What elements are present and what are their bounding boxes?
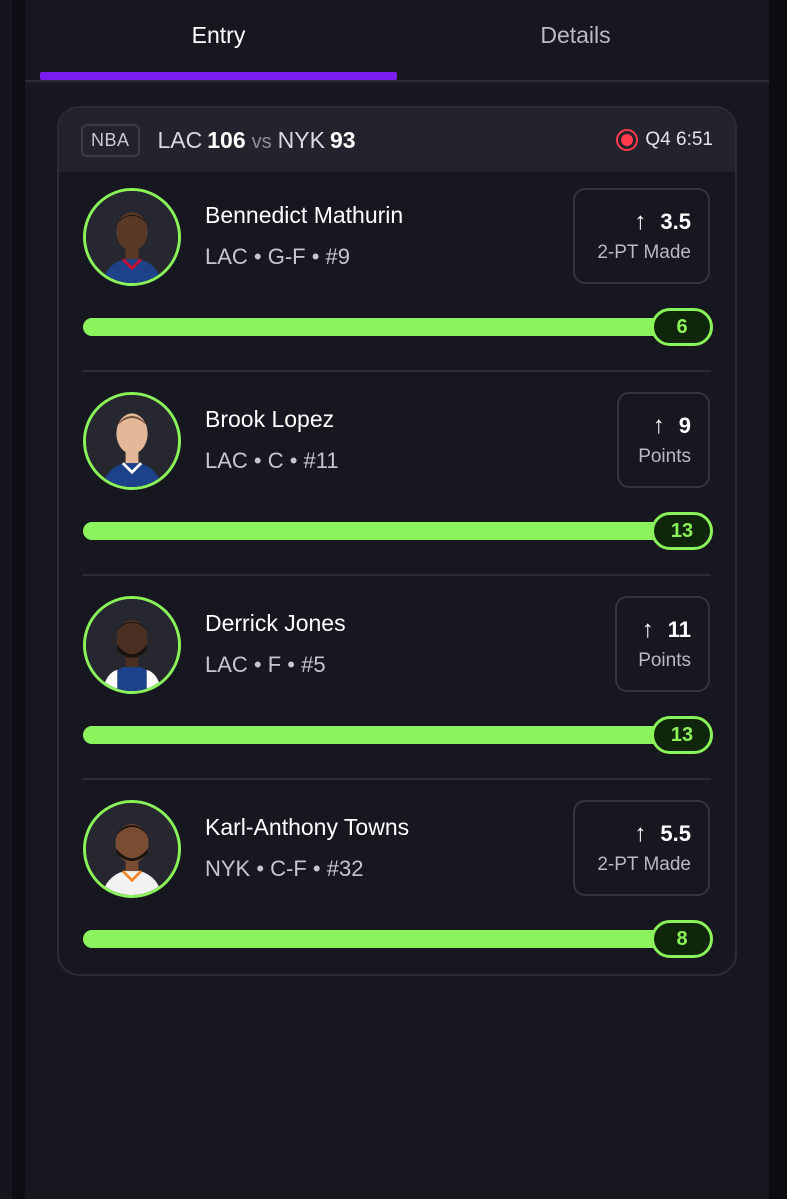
player-avatar <box>83 188 181 286</box>
stat-type-label: 2-PT Made <box>597 854 691 875</box>
stat-line-box[interactable]: ↑ 11 Points <box>615 596 710 692</box>
stat-line-value: 3.5 <box>660 209 691 234</box>
stat-line-box[interactable]: ↑ 9 Points <box>617 392 710 488</box>
stat-line-box[interactable]: ↑ 5.5 2-PT Made <box>573 800 710 896</box>
active-tab-indicator <box>40 72 397 80</box>
tab-details[interactable]: Details <box>397 0 754 80</box>
stat-type-label: Points <box>638 650 691 671</box>
player-meta: LAC • F • #5 <box>205 652 326 677</box>
player-avatar <box>83 596 181 694</box>
away-score: 93 <box>329 126 356 153</box>
progress-fill <box>83 726 711 744</box>
home-team: LAC <box>157 126 203 153</box>
tab-entry-label: Entry <box>191 22 246 48</box>
player-row[interactable]: Bennedict Mathurin LAC • G-F • #9 ↑ 3.5 … <box>59 172 735 376</box>
player-meta: LAC • C • #11 <box>205 448 339 473</box>
game-header[interactable]: NBA LAC 106 vs NYK 93 Q4 6:51 <box>59 108 735 172</box>
tab-entry[interactable]: Entry <box>40 0 397 80</box>
progress-bar: 6 <box>83 308 713 346</box>
player-name: Bennedict Mathurin <box>205 202 404 228</box>
arrow-up-icon: ↑ <box>634 208 647 235</box>
current-stat-badge: 13 <box>651 716 713 754</box>
stat-line-value: 5.5 <box>660 821 691 846</box>
current-stat-badge: 13 <box>651 512 713 550</box>
player-row[interactable]: Karl-Anthony Towns NYK • C-F • #32 ↑ 5.5… <box>59 784 735 974</box>
stat-line-value: 9 <box>678 413 691 438</box>
player-meta: LAC • G-F • #9 <box>205 244 350 269</box>
row-divider <box>83 778 711 780</box>
live-record-icon <box>616 129 639 151</box>
arrow-up-icon: ↑ <box>641 616 654 643</box>
row-divider <box>83 370 711 372</box>
stat-line-value: 11 <box>667 617 691 642</box>
stat-type-label: 2-PT Made <box>597 242 691 263</box>
current-stat-badge: 6 <box>651 308 713 346</box>
player-avatar <box>83 800 181 898</box>
player-name: Karl-Anthony Towns <box>205 814 410 840</box>
tab-bar: Entry Details <box>25 0 769 82</box>
live-status: Q4 6:51 <box>616 108 713 172</box>
player-meta: NYK • C-F • #32 <box>205 856 364 881</box>
left-edge-panel <box>0 0 12 1199</box>
arrow-up-icon: ↑ <box>652 412 665 439</box>
entry-card: NBA LAC 106 vs NYK 93 Q4 6:51 Bennedict … <box>57 106 737 976</box>
player-avatar <box>83 392 181 490</box>
versus-label: vs <box>251 130 272 153</box>
stat-line-box[interactable]: ↑ 3.5 2-PT Made <box>573 188 710 284</box>
progress-bar: 13 <box>83 716 713 754</box>
home-score: 106 <box>207 126 246 153</box>
progress-fill <box>83 930 711 948</box>
player-name: Derrick Jones <box>205 610 346 636</box>
progress-bar: 13 <box>83 512 713 550</box>
league-badge: NBA <box>81 123 140 157</box>
right-edge-panel <box>769 0 787 1199</box>
row-divider <box>83 574 711 576</box>
player-name: Brook Lopez <box>205 406 335 432</box>
away-team: NYK <box>277 126 325 153</box>
progress-fill <box>83 318 711 336</box>
player-row[interactable]: Derrick Jones LAC • F • #5 ↑ 11 Points 1… <box>59 580 735 784</box>
stat-type-label: Points <box>638 446 691 467</box>
entry-panel: Entry Details NBA LAC 106 vs NYK 93 Q4 6… <box>25 0 769 1199</box>
player-row[interactable]: Brook Lopez LAC • C • #11 ↑ 9 Points 13 <box>59 376 735 580</box>
game-clock: Q4 6:51 <box>645 129 713 150</box>
arrow-up-icon: ↑ <box>634 820 647 847</box>
progress-bar: 8 <box>83 920 713 958</box>
matchup: LAC 106 vs NYK 93 <box>158 127 356 154</box>
current-stat-badge: 8 <box>651 920 713 958</box>
progress-fill <box>83 522 711 540</box>
tab-details-label: Details <box>540 22 611 48</box>
